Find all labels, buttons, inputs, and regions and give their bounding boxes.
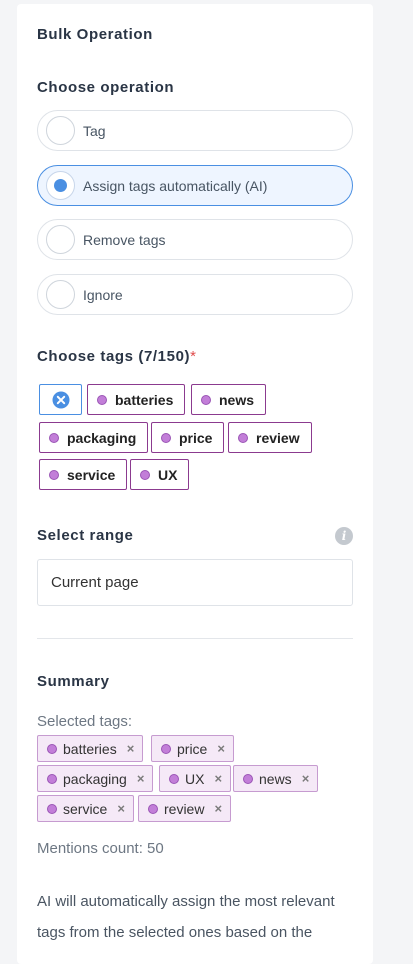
summary-heading: Summary	[37, 673, 110, 690]
mentions-count: Mentions count: 50	[37, 840, 164, 857]
tag-color-dot	[49, 469, 59, 480]
chip-label: batteries	[63, 740, 117, 757]
chip-label: price	[177, 740, 208, 757]
chip-remove-icon[interactable]: ×	[117, 801, 125, 816]
chip-label: news	[259, 770, 292, 787]
choose-operation-heading: Choose operation	[37, 79, 175, 96]
summary-chip-batteries: batteries ×	[37, 735, 144, 762]
tag-color-dot	[49, 432, 59, 443]
bulk-operation-panel: Bulk Operation Choose operation Tag Assi…	[17, 4, 373, 964]
chip-remove-icon[interactable]: ×	[214, 771, 222, 786]
tag-button-service[interactable]: service	[39, 459, 128, 490]
radio-circle-icon	[46, 171, 75, 200]
tag-label: service	[67, 466, 116, 483]
summary-chip-price: price ×	[151, 735, 234, 762]
chip-label: UX	[185, 770, 205, 787]
radio-circle-icon	[46, 280, 75, 309]
tag-label: review	[256, 429, 300, 446]
radio-option-tag[interactable]: Tag	[37, 110, 353, 151]
chip-label: packaging	[63, 770, 127, 787]
summary-chip-news: news ×	[233, 765, 319, 792]
summary-chip-service: service ×	[37, 795, 134, 822]
tag-label: batteries	[115, 391, 174, 408]
radio-option-ignore[interactable]: Ignore	[37, 274, 353, 315]
radio-option-assign-ai[interactable]: Assign tags automatically (AI)	[37, 165, 353, 206]
ai-description-line-2: tags from the selected ones based on the	[37, 924, 313, 941]
panel-title: Bulk Operation	[37, 26, 153, 43]
tag-button-news[interactable]: news	[191, 384, 267, 415]
tag-color-dot	[243, 773, 253, 784]
chip-remove-icon[interactable]: ×	[302, 771, 310, 786]
choose-tags-heading: Choose tags (7/150)*	[37, 348, 197, 365]
tag-button-review[interactable]: review	[228, 422, 312, 453]
tag-color-dot	[161, 432, 171, 443]
range-select[interactable]: Current page	[37, 559, 353, 606]
chip-remove-icon[interactable]: ×	[137, 771, 145, 786]
tag-label: packaging	[67, 429, 137, 446]
tag-color-dot	[201, 394, 211, 405]
tag-color-dot	[169, 773, 179, 784]
tag-button-batteries[interactable]: batteries	[87, 384, 186, 415]
select-range-heading: Select range	[37, 527, 134, 544]
tag-button-ux[interactable]: UX	[130, 459, 190, 490]
selected-tags-label: Selected tags:	[37, 713, 133, 730]
tag-label: price	[179, 429, 213, 446]
tag-color-dot	[238, 432, 248, 443]
tag-label: UX	[158, 466, 178, 483]
tag-color-dot	[148, 803, 158, 814]
tag-color-dot	[47, 803, 57, 814]
tag-button-price[interactable]: price	[151, 422, 225, 453]
tag-color-dot	[97, 394, 107, 405]
summary-chip-review: review ×	[138, 795, 232, 822]
radio-circle-icon	[46, 116, 75, 145]
chip-label: service	[63, 800, 108, 817]
clear-tags-button[interactable]	[39, 384, 82, 415]
chip-label: review	[164, 800, 205, 817]
clear-x-circle-icon	[52, 391, 69, 408]
tag-color-dot	[161, 743, 171, 754]
chip-remove-icon[interactable]: ×	[214, 801, 222, 816]
choose-tags-label: Choose tags (7/150)	[37, 348, 191, 365]
ai-description-line-1: AI will automatically assign the most re…	[37, 893, 335, 910]
radio-circle-icon	[46, 225, 75, 254]
summary-chip-ux: UX ×	[159, 765, 232, 792]
tag-color-dot	[140, 469, 150, 480]
chip-remove-icon[interactable]: ×	[127, 741, 135, 756]
radio-label: Tag	[83, 122, 106, 139]
tag-button-packaging[interactable]: packaging	[39, 422, 149, 453]
info-icon[interactable]: i	[335, 527, 353, 545]
radio-option-remove-tags[interactable]: Remove tags	[37, 219, 353, 260]
tag-label: news	[219, 391, 255, 408]
tag-color-dot	[47, 773, 57, 784]
radio-selected-dot	[54, 179, 67, 192]
summary-chip-packaging: packaging ×	[37, 765, 154, 792]
chip-remove-icon[interactable]: ×	[217, 741, 225, 756]
required-mark: *	[190, 348, 197, 365]
divider	[37, 638, 353, 639]
radio-label: Ignore	[83, 286, 123, 303]
radio-label: Assign tags automatically (AI)	[83, 177, 268, 194]
radio-label: Remove tags	[83, 231, 166, 248]
tag-color-dot	[47, 743, 57, 754]
